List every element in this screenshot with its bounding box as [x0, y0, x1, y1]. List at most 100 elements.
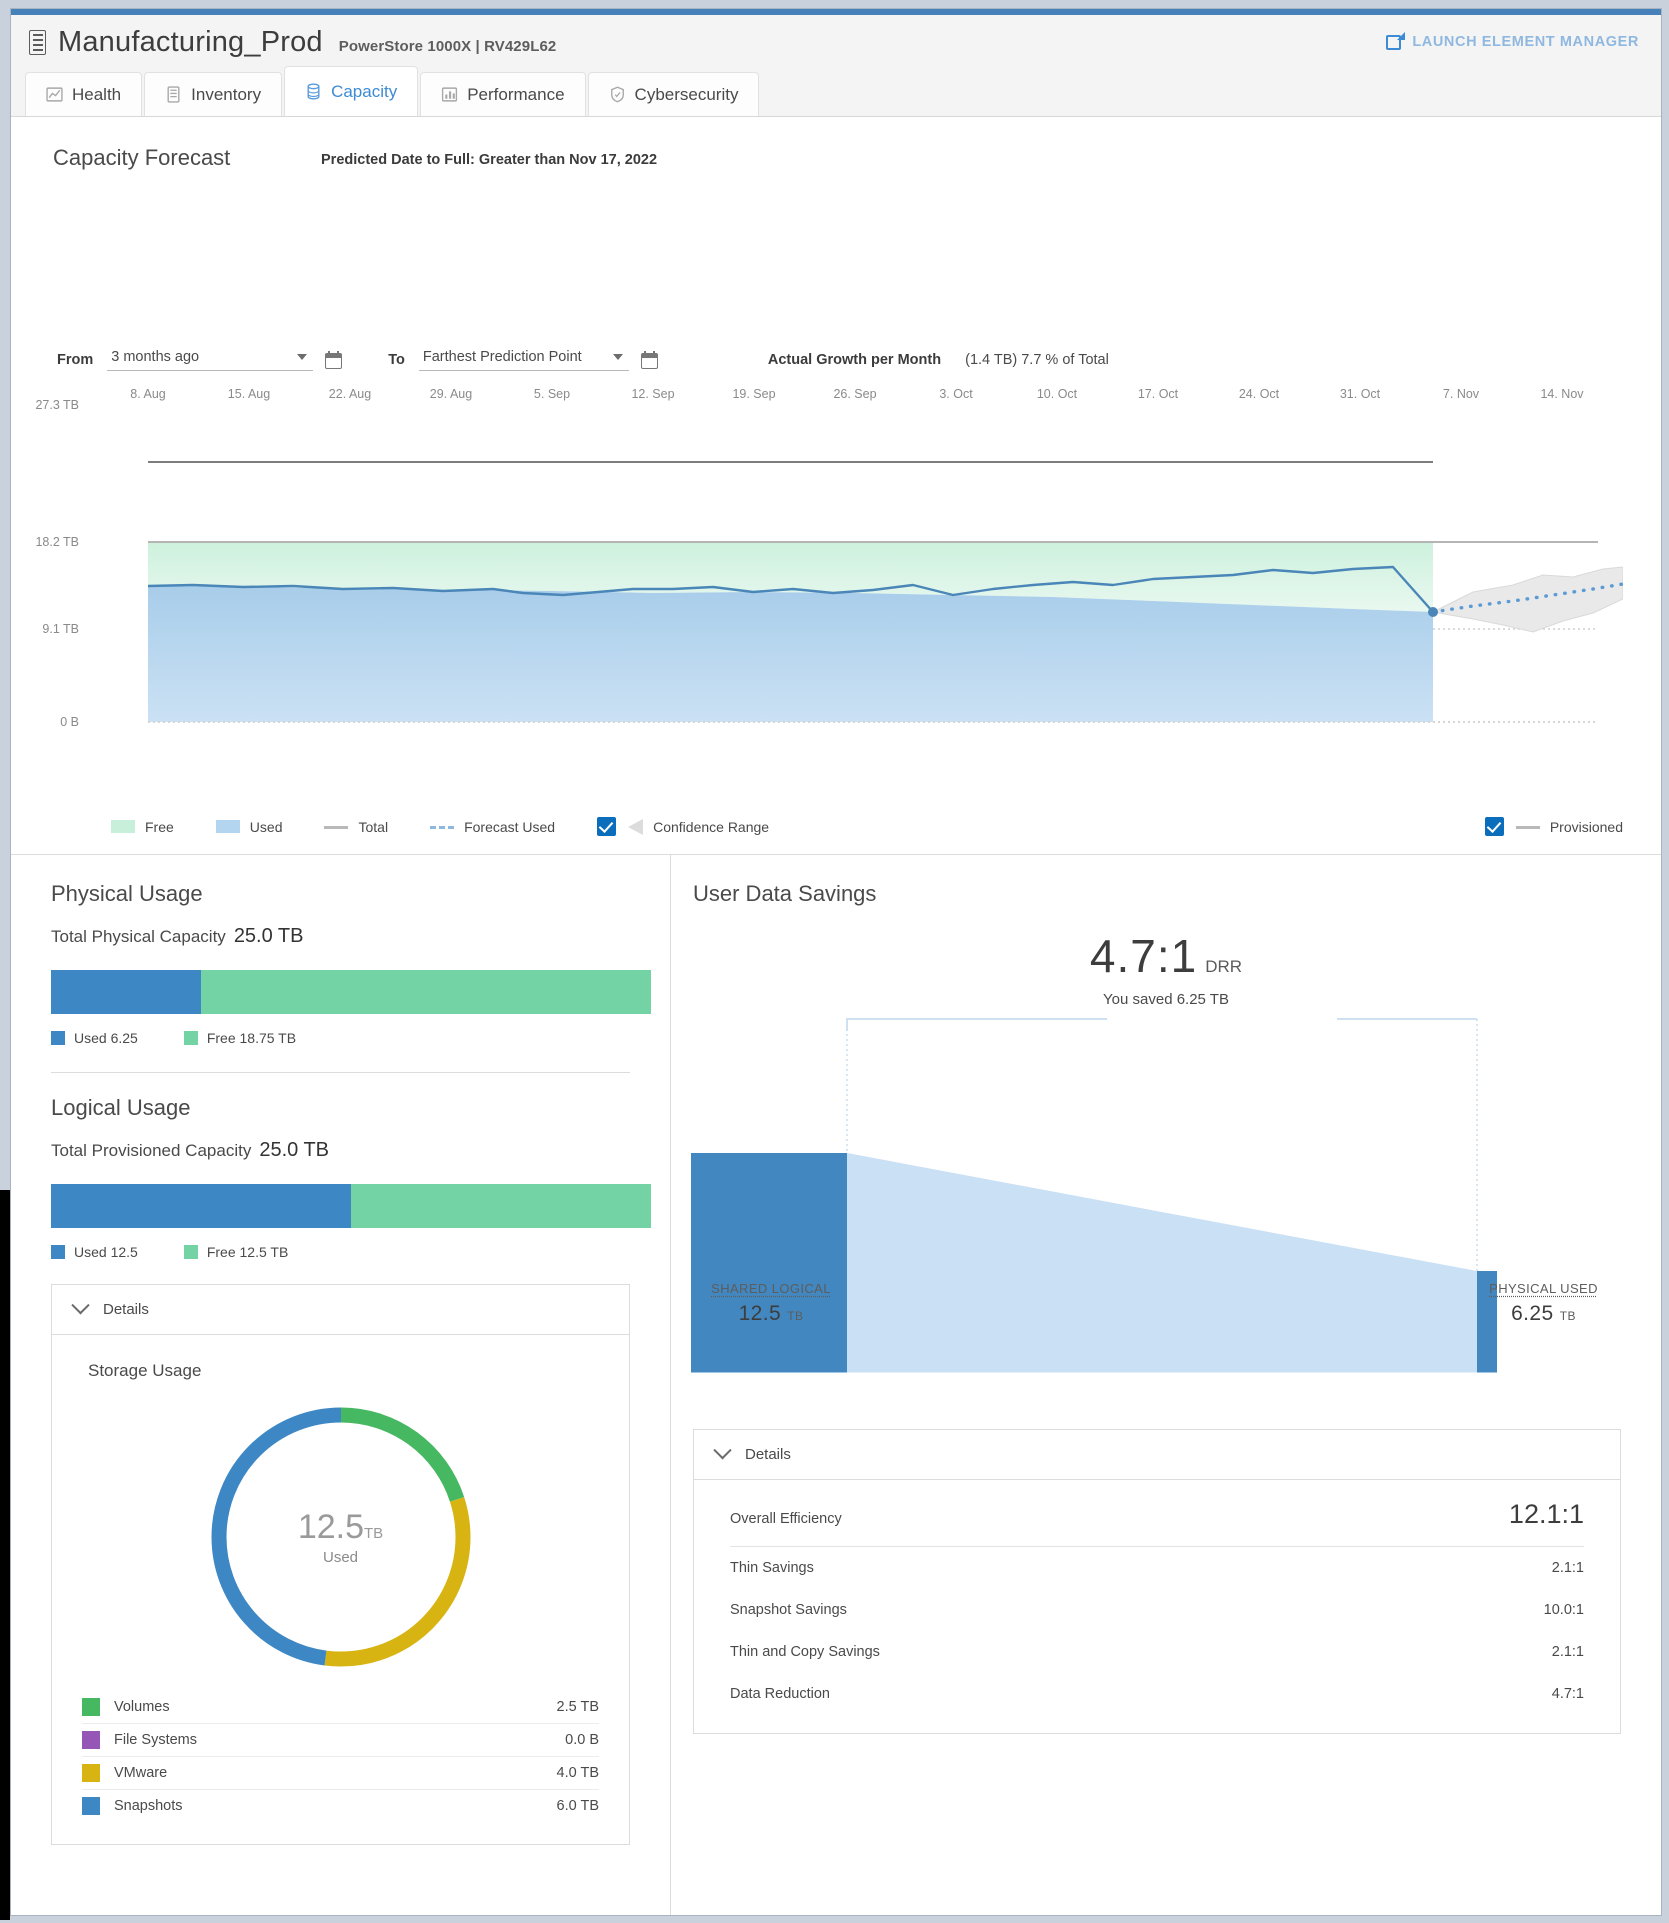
table-row: Snapshot Savings 10.0:1 [730, 1589, 1584, 1631]
forecast-plot [147, 461, 1625, 723]
health-chart-icon [46, 87, 63, 102]
forecast-filters: From 3 months ago To Farthest Prediction… [57, 349, 1109, 371]
free-swatch-icon [183, 1245, 198, 1259]
drr-block: 4.7:1 DRR You saved 6.25 TB [671, 929, 1661, 1008]
legend-item-confidence-range[interactable]: Confidence Range [597, 817, 769, 836]
chevron-down-icon [71, 1296, 90, 1315]
predicted-date-to-full: Predicted Date to Full: Greater than Nov… [321, 152, 658, 168]
shield-icon [610, 86, 624, 103]
launch-element-manager-button[interactable]: LAUNCH ELEMENT MANAGER [1386, 32, 1639, 51]
snapshots-value: 6.0 TB [556, 1798, 599, 1814]
capacity-forecast-title: Capacity Forecast [53, 145, 231, 170]
storage-usage-title: Storage Usage [88, 1361, 202, 1380]
chevron-down-icon [713, 1441, 732, 1460]
actual-growth-per-month: Actual Growth per Month (1.4 TB) 7.7 % o… [768, 352, 1109, 368]
tab-cybersecurity[interactable]: Cybersecurity [587, 72, 760, 116]
legend-confidence-range-label: Confidence Range [653, 818, 770, 835]
used-swatch-icon [215, 820, 240, 833]
overall-efficiency-value: 12.1:1 [1508, 1499, 1584, 1529]
thin-and-copy-savings-label: Thin and Copy Savings [730, 1644, 880, 1660]
shared-logical-unit: TB [787, 1309, 804, 1323]
logical-used-label: Used 12.5 [74, 1244, 138, 1260]
x-axis-label-13: 7. Nov [1442, 387, 1480, 401]
physical-used-label: Used 6.25 [74, 1030, 138, 1046]
bottom-panels: Physical Usage Total Physical Capacity 25… [11, 855, 1661, 1915]
list-item: Snapshots 6.0 TB [82, 1790, 599, 1822]
external-link-icon [1386, 32, 1406, 51]
legend-item-used[interactable]: Used [215, 818, 283, 835]
x-axis-label-8: 3. Oct [939, 387, 973, 401]
list-item: File Systems 0.0 B [82, 1724, 599, 1757]
table-row: Overall Efficiency 12.1:1 [730, 1486, 1584, 1547]
tab-capacity-label: Capacity [331, 81, 398, 101]
snapshots-swatch-icon [82, 1797, 100, 1815]
logical-details-label: Details [103, 1301, 149, 1318]
drr-unit: DRR [1205, 957, 1243, 976]
user-data-savings-visual: 4.7:1 DRR You saved 6.25 TB SHARED LOGIC… [671, 921, 1661, 1421]
legend-item-free[interactable]: Free [111, 819, 174, 835]
volumes-label: Volumes [114, 1699, 170, 1715]
physical-used-unit: TB [1559, 1309, 1576, 1323]
logical-usage-legend: Used 12.5 Free 12.5 TB [51, 1244, 630, 1260]
tab-performance-label: Performance [467, 84, 565, 104]
table-row: Thin and Copy Savings 2.1:1 [730, 1631, 1584, 1673]
from-range-value: 3 months ago [111, 349, 200, 365]
system-model-label: PowerStore 1000X | RV429L62 [338, 37, 557, 55]
drr-ratio: 4.7:1 [1089, 930, 1198, 982]
capacity-database-icon [307, 83, 320, 100]
confidence-band-icon [628, 818, 644, 835]
logical-details-toggle[interactable]: Details [52, 1285, 629, 1335]
storage-array-icon [29, 29, 46, 55]
legend-item-total[interactable]: Total [324, 819, 388, 835]
table-row: Thin Savings 2.1:1 [730, 1547, 1584, 1589]
logical-used-segment [51, 1184, 351, 1228]
tab-inventory[interactable]: Inventory [144, 72, 283, 116]
thin-and-copy-savings-value: 2.1:1 [1551, 1644, 1584, 1660]
x-axis-label-14: 14. Nov [1540, 387, 1584, 401]
vmware-value: 4.0 TB [556, 1765, 599, 1781]
physical-usage-legend: Used 6.25 Free 18.75 TB [51, 1030, 630, 1046]
savings-details-box: Details Overall Efficiency 12.1:1 Thin S… [693, 1429, 1621, 1734]
from-calendar-icon[interactable] [325, 351, 343, 369]
to-calendar-icon[interactable] [640, 351, 658, 369]
from-range-select[interactable]: 3 months ago [107, 349, 314, 371]
legend-item-provisioned[interactable]: Provisioned [1484, 817, 1623, 836]
physical-used-legend: Used 6.25 [51, 1030, 138, 1046]
forecast-line-icon [430, 826, 455, 829]
shared-logical-label: SHARED LOGICAL [711, 1281, 831, 1296]
table-row: Data Reduction 4.7:1 [730, 1673, 1584, 1715]
tab-capacity[interactable]: Capacity [284, 66, 419, 116]
tab-performance[interactable]: Performance [420, 72, 586, 116]
tab-inventory-label: Inventory [191, 84, 262, 104]
tab-health-label: Health [72, 84, 122, 104]
thin-savings-label: Thin Savings [730, 1560, 814, 1576]
provisioned-checkbox[interactable] [1484, 817, 1504, 836]
total-provisioned-capacity-row: Total Provisioned Capacity 25.0 TB [51, 1139, 630, 1162]
capacity-dashboard: Manufacturing_Prod PowerStore 1000X | RV… [10, 8, 1662, 1916]
growth-label: Actual Growth per Month [767, 352, 942, 368]
x-axis-label-1: 15. Aug [227, 387, 271, 401]
header-identity: Manufacturing_Prod PowerStore 1000X | RV… [11, 26, 556, 59]
physical-usage-title: Physical Usage [51, 881, 203, 906]
savings-details-toggle[interactable]: Details [694, 1430, 1620, 1480]
logical-free-segment [351, 1184, 651, 1228]
confidence-range-checkbox[interactable] [597, 817, 617, 836]
x-axis-label-9: 10. Oct [1036, 387, 1078, 401]
x-axis-label-3: 29. Aug [429, 387, 473, 401]
tab-health[interactable]: Health [25, 72, 143, 116]
x-axis-label-6: 19. Sep [732, 387, 776, 401]
legend-provisioned-label: Provisioned [1549, 818, 1623, 835]
list-item: VMware 4.0 TB [82, 1757, 599, 1790]
tab-cybersecurity-label: Cybersecurity [634, 84, 739, 104]
legend-item-forecast-used[interactable]: Forecast Used [430, 819, 555, 835]
header-actions: LAUNCH ELEMENT MANAGER [1386, 32, 1661, 51]
to-range-select[interactable]: Farthest Prediction Point [418, 349, 629, 371]
snapshots-label: Snapshots [114, 1798, 183, 1814]
x-axis-label-2: 22. Aug [328, 387, 372, 401]
savings-funnel-chart [691, 1018, 1497, 1374]
x-axis-label-7: 26. Sep [833, 387, 877, 401]
legend-used-label: Used [249, 818, 283, 835]
storage-usage-legend: Volumes 2.5 TB File Systems 0.0 B VMware… [52, 1683, 629, 1844]
file-systems-label: File Systems [114, 1732, 197, 1748]
storage-usage-donut: 12.5TB Used [52, 1381, 629, 1683]
